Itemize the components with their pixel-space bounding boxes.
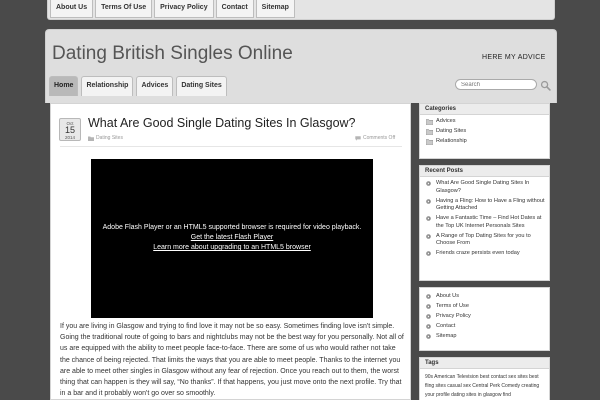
bullet-arrow-icon — [426, 304, 431, 309]
recent-post-item[interactable]: Having a Fling: How to Have a Fling with… — [426, 198, 549, 213]
tags-widget: Tags 90s American Television best contac… — [419, 357, 550, 400]
bullet-arrow-icon — [426, 181, 431, 186]
folder-icon — [426, 139, 433, 145]
top-nav-about-us[interactable]: About Us — [50, 0, 94, 18]
tags-title: Tags — [420, 358, 549, 369]
category-item[interactable]: Advices — [426, 118, 549, 126]
search-input[interactable] — [455, 79, 537, 90]
page-item[interactable]: Privacy Policy — [426, 313, 549, 321]
post-date-day: 15 — [64, 125, 75, 135]
tag-cloud[interactable]: 90s American Television best contact sex… — [420, 369, 549, 400]
top-nav-terms-of-use[interactable]: Terms Of Use — [95, 0, 153, 18]
bullet-arrow-icon — [426, 324, 431, 329]
top-bar: About Us Terms Of Use Privacy Policy Con… — [47, 0, 555, 20]
page-item[interactable]: Terms of Use — [426, 303, 549, 311]
site-tagline: HERE MY ADVICE — [482, 54, 546, 61]
post-category-link[interactable]: Dating Sites — [96, 135, 123, 141]
bullet-arrow-icon — [426, 334, 431, 339]
bullet-arrow-icon — [426, 294, 431, 299]
top-nav-contact[interactable]: Contact — [215, 0, 254, 18]
post-date: Oct 15 2014 — [59, 118, 81, 141]
bullet-arrow-icon — [426, 198, 431, 204]
post-title[interactable]: What Are Good Single Dating Sites In Gla… — [88, 116, 356, 130]
post-comments-text: Comments Off — [363, 135, 396, 141]
recent-post-item[interactable]: What Are Good Single Dating Sites In Gla… — [426, 180, 549, 195]
recent-posts-title: Recent Posts — [420, 166, 549, 177]
top-nav-sitemap[interactable]: Sitemap — [255, 0, 295, 18]
categories-widget: Categories Advices Dating Sites Relation… — [419, 103, 550, 159]
main-nav-advices[interactable]: Advices — [136, 76, 174, 96]
top-nav-privacy-policy[interactable]: Privacy Policy — [154, 0, 214, 18]
search-icon[interactable] — [540, 80, 551, 91]
video-player[interactable]: Adobe Flash Player or an HTML5 supported… — [91, 159, 373, 318]
post-body: If you are living in Glasgow and trying … — [60, 323, 404, 398]
folder-icon — [426, 119, 433, 125]
top-nav: About Us Terms Of Use Privacy Policy Con… — [50, 0, 297, 18]
post-category: Dating Sites — [88, 135, 123, 141]
recent-post-item[interactable]: Have a Fantastic Time – Find Hot Dates a… — [426, 215, 549, 230]
post-date-year: 2014 — [64, 135, 75, 140]
bullet-arrow-icon — [426, 251, 431, 256]
main-nav-relationship[interactable]: Relationship — [81, 76, 134, 96]
category-item[interactable]: Relationship — [426, 138, 549, 146]
bullet-arrow-icon — [426, 233, 431, 239]
recent-post-item[interactable]: Friends craze persists even today — [426, 250, 549, 258]
html5-upgrade-link[interactable]: Learn more about upgrading to an HTML5 b… — [153, 244, 311, 251]
page-item[interactable]: About Us — [426, 293, 549, 301]
pages-widget: About Us Terms of Use Privacy Policy Con… — [419, 287, 550, 351]
recent-post-item[interactable]: A Range of Top Dating Sites for you to C… — [426, 233, 549, 248]
main-nav: Home Relationship Advices Dating Sites — [49, 76, 230, 96]
page-item[interactable]: Contact — [426, 323, 549, 331]
page-item[interactable]: Sitemap — [426, 333, 549, 341]
bullet-arrow-icon — [426, 314, 431, 319]
post-content: Oct 15 2014 What Are Good Single Dating … — [50, 103, 411, 400]
divider — [60, 146, 402, 147]
post-comments: Comments Off — [355, 135, 395, 141]
main-nav-home[interactable]: Home — [49, 76, 79, 96]
categories-title: Categories — [420, 104, 549, 115]
folder-icon — [88, 136, 94, 141]
bullet-arrow-icon — [426, 216, 431, 221]
comment-icon — [355, 135, 361, 141]
folder-icon — [426, 129, 433, 135]
video-message: Adobe Flash Player or an HTML5 supported… — [91, 223, 373, 253]
video-requirement-text: Adobe Flash Player or an HTML5 supported… — [102, 224, 362, 231]
site-title[interactable]: Dating British Singles Online — [52, 43, 293, 65]
recent-posts-widget: Recent Posts What Are Good Single Dating… — [419, 165, 550, 281]
category-item[interactable]: Dating Sites — [426, 128, 549, 136]
main-nav-dating-sites[interactable]: Dating Sites — [176, 76, 227, 96]
flash-player-link[interactable]: Get the latest Flash Player — [191, 234, 273, 241]
site-header: Dating British Singles Online HERE MY AD… — [45, 29, 557, 103]
